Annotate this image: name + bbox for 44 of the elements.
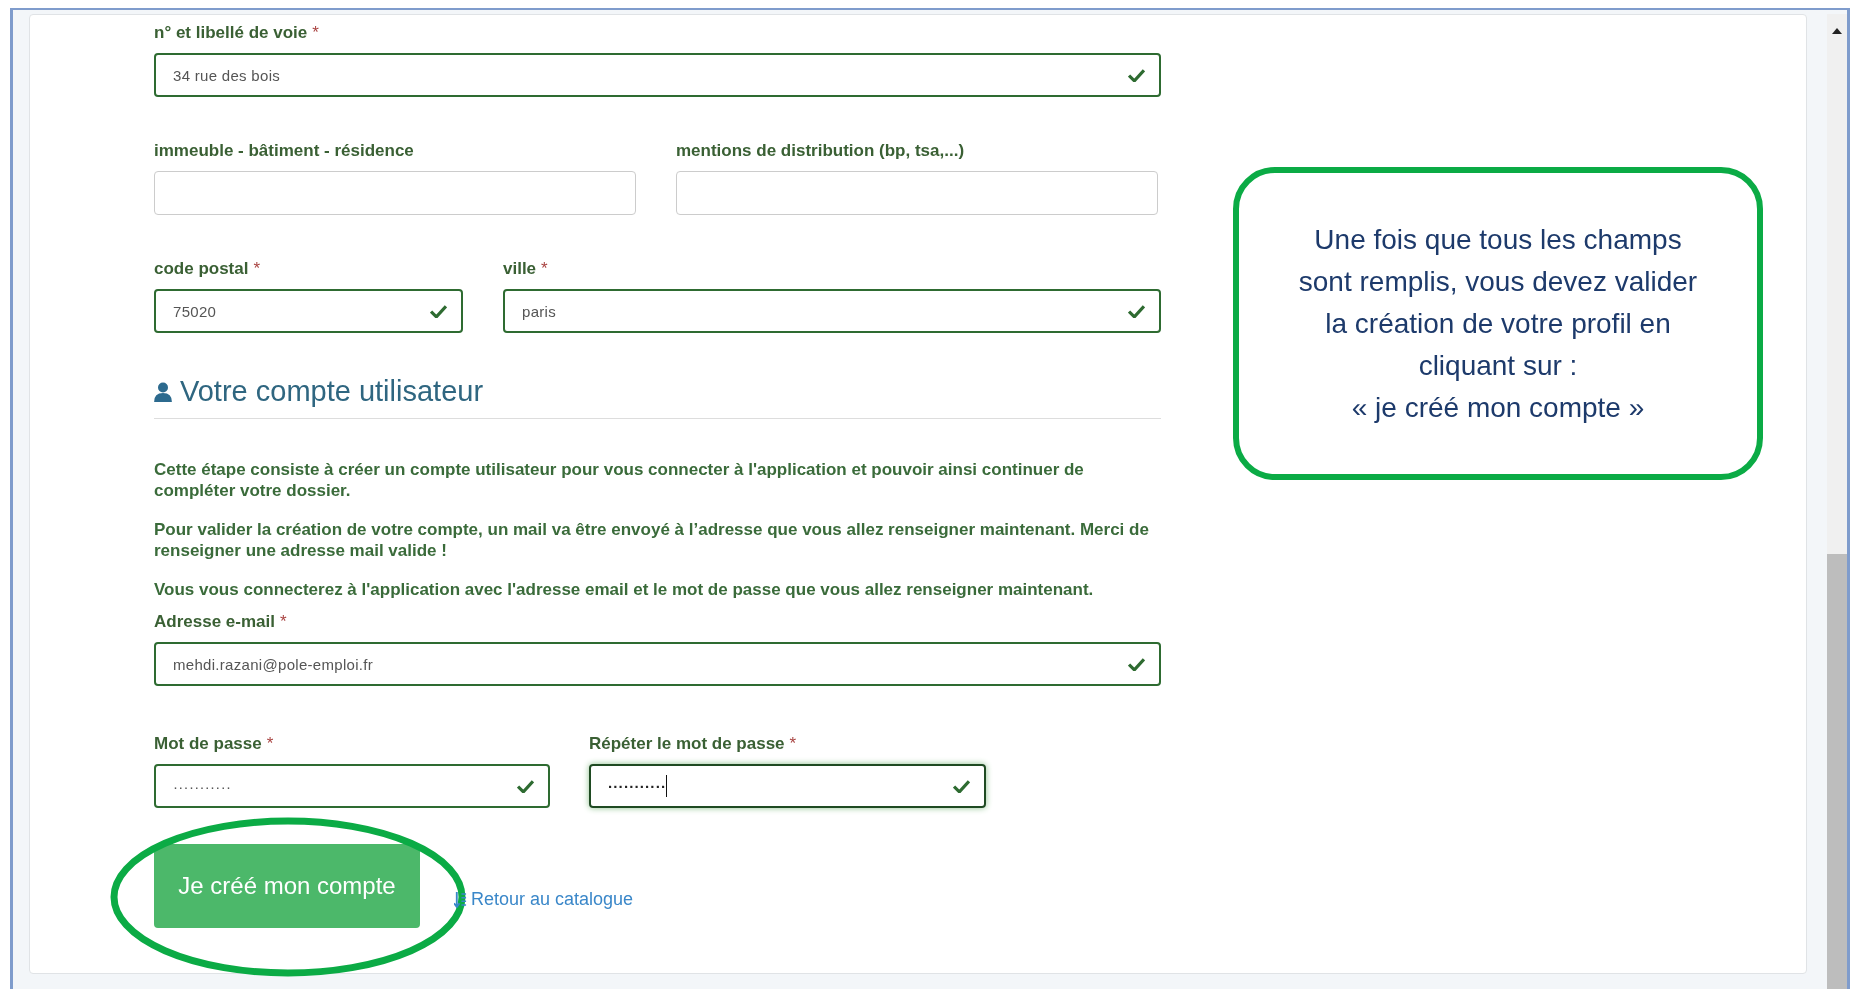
info-paragraph: Vous vous connecterez à l'application avec l'adresse email et le mot de passe que vous allez renseigner maintenant. xyxy=(154,579,1095,600)
check-icon xyxy=(430,304,447,318)
callout-text: cliquant sur : xyxy=(1418,348,1578,383)
info-paragraph: Pour valider la création de votre compte, un mail va être envoyé à l’adresse que vous allez renseigner maintenant. Merci de renseigner une adresse mail valide ! xyxy=(154,519,1150,561)
input-field[interactable]: paris xyxy=(503,289,1161,333)
scroll-up-icon[interactable] xyxy=(1832,28,1842,34)
required-mark: * xyxy=(312,23,319,42)
input-field[interactable] xyxy=(154,171,636,215)
callout-text: la création de votre profil en xyxy=(1325,306,1671,341)
field-label: Adresse e-mail xyxy=(154,612,275,631)
callout-text: Une fois que tous les champs xyxy=(1314,222,1682,257)
info-paragraph: Cette étape consiste à créer un compte utilisateur pour vous connecter à l'application et pouvoir ainsi continuer de compléter votre dossier. xyxy=(154,459,1085,501)
check-icon xyxy=(517,779,534,793)
back-link[interactable]: Retour au catalogue xyxy=(454,889,634,910)
check-icon xyxy=(1128,657,1145,671)
required-mark: * xyxy=(266,734,274,753)
user-icon xyxy=(154,381,172,402)
field-label: n° et libellé de voie xyxy=(154,23,308,42)
input-field[interactable]: 34 rue des bois xyxy=(154,53,1161,97)
text-cursor xyxy=(666,775,668,797)
callout-text: sont remplis, vous devez valider xyxy=(1298,264,1698,299)
field-label: Mot de passe xyxy=(154,734,262,753)
input-field[interactable]: ··········· xyxy=(154,764,550,808)
required-mark: * xyxy=(541,259,548,278)
check-icon xyxy=(1128,68,1145,82)
check-icon xyxy=(1128,304,1145,318)
input-field[interactable]: 75020 xyxy=(154,289,463,333)
required-mark: * xyxy=(279,612,287,631)
field-label: ville xyxy=(503,259,537,278)
sort-icon xyxy=(454,891,467,908)
field-label: Répéter le mot de passe xyxy=(589,734,785,753)
scrollbar[interactable] xyxy=(1827,14,1847,989)
required-mark: * xyxy=(253,259,261,278)
input-field[interactable] xyxy=(676,171,1158,215)
field-label: code postal xyxy=(154,259,249,278)
section-title: Votre compte utilisateur xyxy=(180,375,484,408)
field-label: mentions de distribution (bp, tsa,...) xyxy=(676,141,965,160)
input-field[interactable]: mehdi.razani@pole-emploi.fr xyxy=(154,642,1161,686)
required-mark: * xyxy=(789,734,797,753)
callout-text: « je créé mon compte » xyxy=(1351,390,1645,425)
input-field[interactable]: ··········· xyxy=(589,764,986,808)
scroll-thumb[interactable] xyxy=(1827,554,1847,989)
field-label: immeuble - bâtiment - résidence xyxy=(154,141,414,160)
check-icon xyxy=(953,779,970,793)
